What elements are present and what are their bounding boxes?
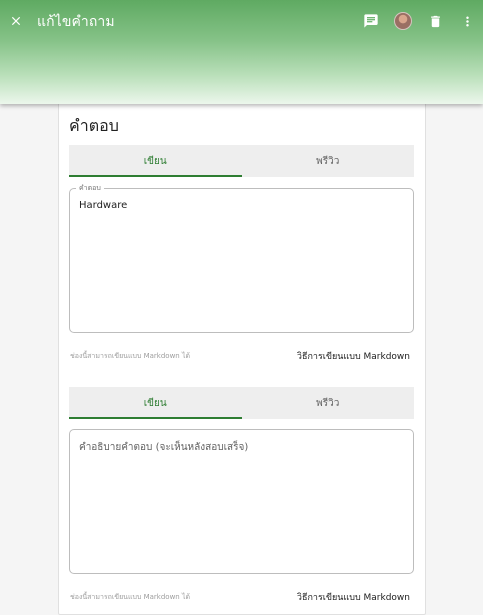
tab-preview[interactable]: พรีวิว <box>242 387 415 419</box>
tab-write[interactable]: เขียน <box>69 387 242 419</box>
more-button[interactable] <box>451 5 483 37</box>
close-icon <box>11 16 21 26</box>
comment-button[interactable] <box>355 5 387 37</box>
answer-field-label: คำตอบ <box>76 183 104 193</box>
close-button[interactable] <box>0 5 32 37</box>
more-vert-icon <box>465 16 469 26</box>
explanation-tabbar: เขียน พรีวิว <box>69 387 414 419</box>
tab-write[interactable]: เขียน <box>69 145 242 177</box>
delete-button[interactable] <box>419 5 451 37</box>
tab-preview[interactable]: พรีวิว <box>242 145 415 177</box>
avatar-button[interactable] <box>387 5 419 37</box>
explanation-helper-text: ช่องนี้สามารถเขียนแบบ Markdown ได้ <box>70 593 191 601</box>
app-bar: แก้ไขคำถาม <box>0 0 483 104</box>
comment-icon <box>364 14 378 28</box>
answer-tabbar: เขียน พรีวิว <box>69 145 414 177</box>
page-title: แก้ไขคำถาม <box>37 14 115 30</box>
explanation-field[interactable]: คำอธิบายคำตอบ (จะเห็นหลังสอบเสร็จ) <box>69 429 414 574</box>
answer-markdown-link[interactable]: วิธีการเขียนแบบ Markdown <box>297 349 410 363</box>
delete-icon <box>430 15 440 27</box>
avatar <box>394 12 412 30</box>
answer-field-value: Hardware <box>79 200 128 211</box>
explanation-markdown-link[interactable]: วิธีการเขียนแบบ Markdown <box>297 590 410 604</box>
answer-section-title: คำตอบ <box>69 116 119 135</box>
answer-field[interactable]: คำตอบ Hardware <box>69 183 414 333</box>
answer-helper-text: ช่องนี้สามารถเขียนแบบ Markdown ได้ <box>70 352 191 360</box>
explanation-field-placeholder: คำอธิบายคำตอบ (จะเห็นหลังสอบเสร็จ) <box>79 442 249 453</box>
